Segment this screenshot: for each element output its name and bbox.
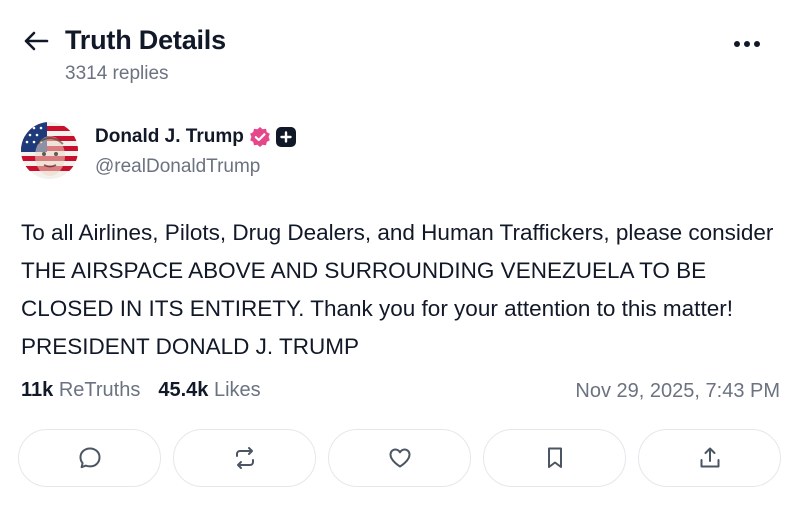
action-bar	[18, 429, 782, 487]
arrow-left-icon	[24, 31, 49, 51]
avatar-image	[21, 122, 78, 179]
retruths-label: ReTruths	[58, 379, 141, 401]
truth-details-page: Truth Details 3314 replies Donald J. Tru…	[0, 0, 800, 521]
header: Truth Details 3314 replies	[0, 0, 800, 100]
heart-icon	[389, 448, 410, 468]
verified-badge-icon	[250, 127, 270, 147]
repost-icon	[235, 447, 254, 469]
reply-count: 3314 replies	[65, 63, 169, 84]
page-title: Truth Details	[65, 25, 226, 55]
author-handle[interactable]: @realDonaldTrump	[95, 156, 260, 178]
bookmark-icon	[547, 447, 562, 468]
avatar[interactable]	[21, 122, 78, 179]
post-body: To all Airlines, Pilots, Drug Dealers, a…	[21, 220, 774, 359]
more-horizontal-icon	[734, 41, 760, 47]
bookmark-button[interactable]	[483, 429, 626, 487]
reply-icon	[79, 447, 100, 469]
more-options-button[interactable]	[728, 32, 766, 56]
back-button[interactable]	[20, 27, 52, 55]
post-timestamp: Nov 29, 2025, 7:43 PM	[575, 380, 780, 402]
like-button[interactable]	[328, 429, 471, 487]
plus-badge-icon	[276, 127, 296, 147]
engagement-stats: 11k ReTruths 45.4k Likes	[21, 379, 261, 402]
likes-label: Likes	[213, 379, 261, 401]
share-button[interactable]	[638, 429, 781, 487]
likes-count: 45.4k	[158, 379, 209, 401]
retruth-button[interactable]	[173, 429, 316, 487]
author-name[interactable]: Donald J. Trump	[95, 126, 244, 148]
retruths-count: 11k	[21, 379, 54, 401]
retruths-stat[interactable]: 11k ReTruths	[21, 379, 140, 402]
share-icon	[700, 447, 719, 468]
likes-stat[interactable]: 45.4k Likes	[158, 379, 260, 402]
reply-button[interactable]	[18, 429, 161, 487]
